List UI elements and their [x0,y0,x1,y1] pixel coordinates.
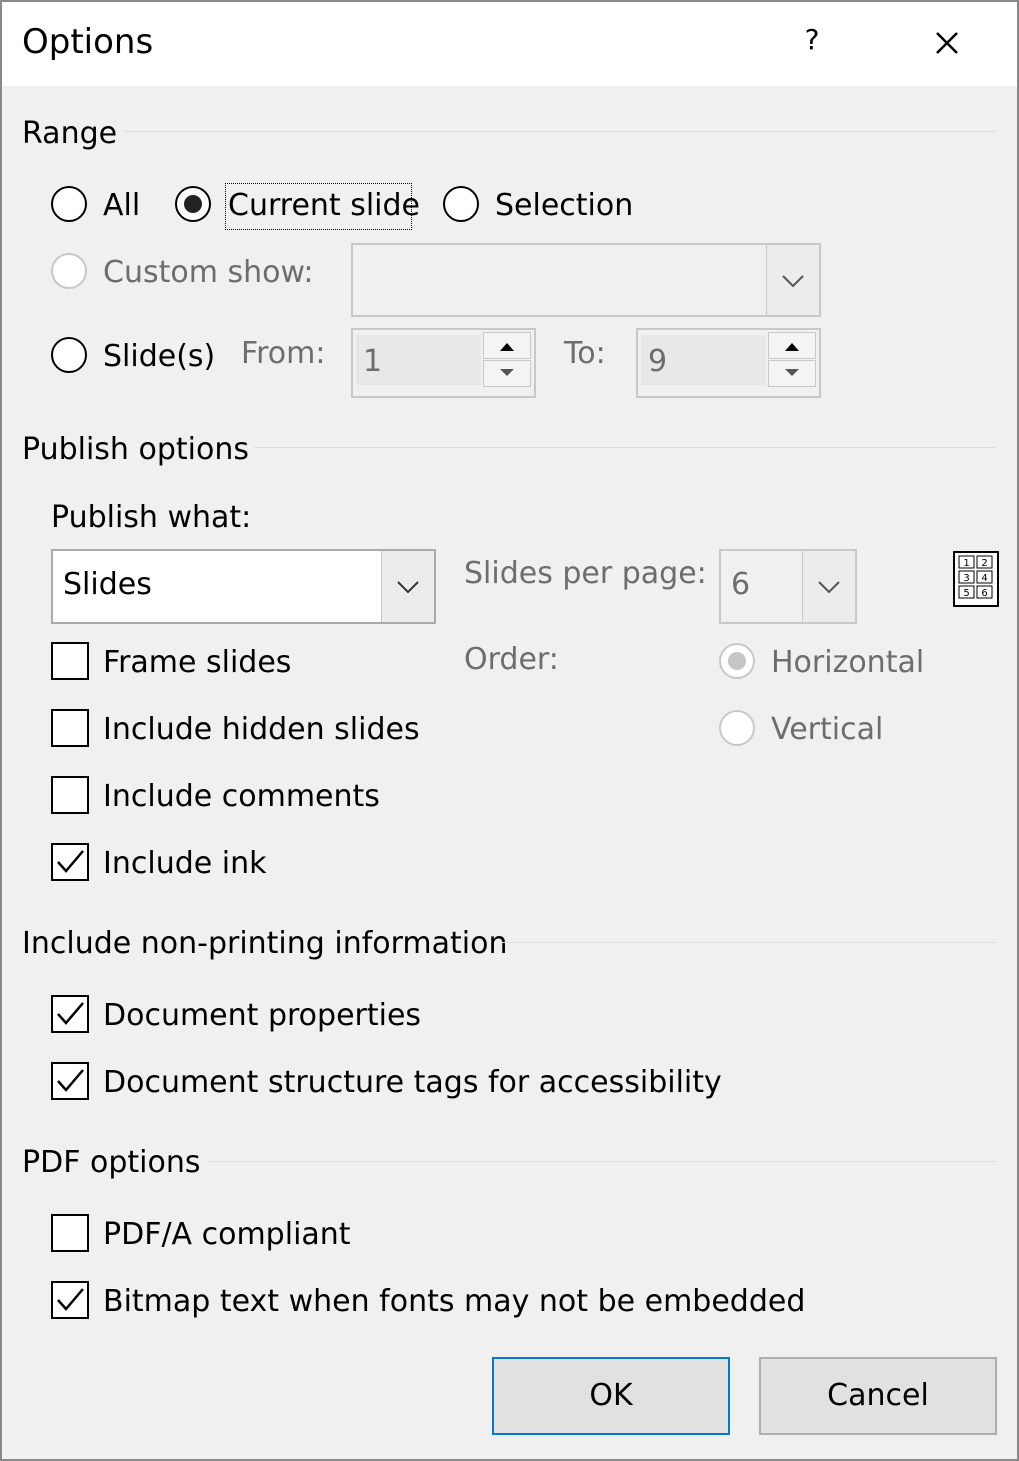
include-ink-label[interactable]: Include ink [103,844,266,884]
checkmark-icon [57,850,84,873]
range-slides-label[interactable]: Slide(s) [103,337,215,377]
include-hidden-slides-checkbox[interactable] [51,709,89,747]
pdf-divider [207,1161,996,1162]
range-selection-radio[interactable] [443,186,479,222]
from-spin-buttons [483,332,531,388]
range-divider [124,131,996,132]
include-comments-checkbox[interactable] [51,776,89,814]
bitmap-text-checkbox[interactable] [51,1281,89,1319]
options-dialog: Options ? Range All Current slide Select… [0,0,1019,1461]
custom-show-dropdown[interactable] [351,243,821,317]
to-value: 9 [648,344,668,379]
order-label: Order: [464,642,559,677]
publish-what-dropdown-button[interactable] [381,551,434,622]
chevron-down-icon [818,581,840,594]
from-label: From: [241,336,326,371]
structure-tags-checkbox[interactable] [51,1062,89,1100]
triangle-down-icon [500,369,514,376]
slides-per-page-value: 6 [731,567,751,602]
non-printing-divider [502,942,996,943]
range-custom-show-label: Custom show: [103,255,314,290]
to-up-button[interactable] [768,332,816,359]
from-up-button[interactable] [483,332,531,359]
range-current-slide-radio[interactable] [175,186,211,222]
document-properties-checkbox[interactable] [51,995,89,1033]
checkmark-icon [57,1002,84,1025]
pdf-options-heading: PDF options [22,1145,201,1180]
preview-slide-number: 1 [963,558,969,569]
chevron-down-icon [782,275,804,288]
bitmap-text-label[interactable]: Bitmap text when fonts may not be embedd… [103,1282,805,1322]
document-properties-label[interactable]: Document properties [103,996,421,1036]
order-horizontal-label: Horizontal [771,645,925,680]
title-bar: Options ? [2,2,1017,86]
to-label: To: [564,336,606,371]
publish-what-label: Publish what: [51,500,252,535]
order-vertical-label: Vertical [771,712,884,747]
chevron-down-icon [397,581,419,594]
dialog-title: Options [22,22,154,62]
range-heading: Range [22,116,118,151]
preview-slide-number: 5 [963,588,969,599]
ok-button[interactable]: OK [492,1357,730,1435]
slides-layout-preview-icon: 1 2 3 4 5 6 [953,551,999,607]
publish-what-value: Slides [63,567,152,602]
triangle-up-icon [500,343,514,351]
preview-slide-number: 3 [963,573,969,584]
pdfa-compliant-label[interactable]: PDF/A compliant [103,1215,351,1255]
from-down-button[interactable] [483,360,531,387]
range-all-radio[interactable] [51,186,87,222]
range-current-slide-label[interactable]: Current slide [228,186,420,226]
publish-divider [254,447,996,448]
preview-slide-number: 6 [981,588,987,599]
radio-selected-dot [728,652,746,670]
order-horizontal-radio[interactable] [719,643,755,679]
to-spin-buttons [768,332,816,388]
triangle-down-icon [785,369,799,376]
slides-per-page-label: Slides per page: [464,556,707,591]
cancel-button[interactable]: Cancel [759,1357,997,1435]
pdfa-compliant-checkbox[interactable] [51,1214,89,1252]
publish-what-dropdown[interactable]: Slides [51,549,436,624]
slides-per-page-dropdown-button[interactable] [802,551,855,622]
include-hidden-slides-label[interactable]: Include hidden slides [103,710,420,750]
slides-per-page-dropdown[interactable]: 6 [719,549,857,624]
radio-selected-dot [184,195,202,213]
custom-show-dropdown-button[interactable] [766,245,819,315]
help-button[interactable]: ? [798,20,826,60]
frame-slides-label[interactable]: Frame slides [103,643,291,683]
close-button[interactable] [924,20,970,66]
triangle-up-icon [785,343,799,351]
frame-slides-checkbox[interactable] [51,642,89,680]
publish-options-heading: Publish options [22,432,249,467]
range-custom-show-radio[interactable] [51,253,87,289]
close-icon [936,32,958,54]
include-comments-label[interactable]: Include comments [103,777,380,817]
from-value: 1 [363,344,383,379]
order-vertical-radio[interactable] [719,710,755,746]
range-slides-radio[interactable] [51,337,87,373]
non-printing-heading: Include non-printing information [22,926,508,961]
range-selection-label[interactable]: Selection [495,186,633,226]
structure-tags-label[interactable]: Document structure tags for accessibilit… [103,1063,722,1103]
to-spinbox[interactable]: 9 [636,328,821,398]
checkmark-icon [57,1069,84,1092]
to-down-button[interactable] [768,360,816,387]
preview-slide-number: 4 [981,573,987,584]
range-all-label[interactable]: All [103,186,140,226]
include-ink-checkbox[interactable] [51,843,89,881]
preview-slide-number: 2 [981,558,987,569]
checkmark-icon [57,1288,84,1311]
from-spinbox[interactable]: 1 [351,328,536,398]
